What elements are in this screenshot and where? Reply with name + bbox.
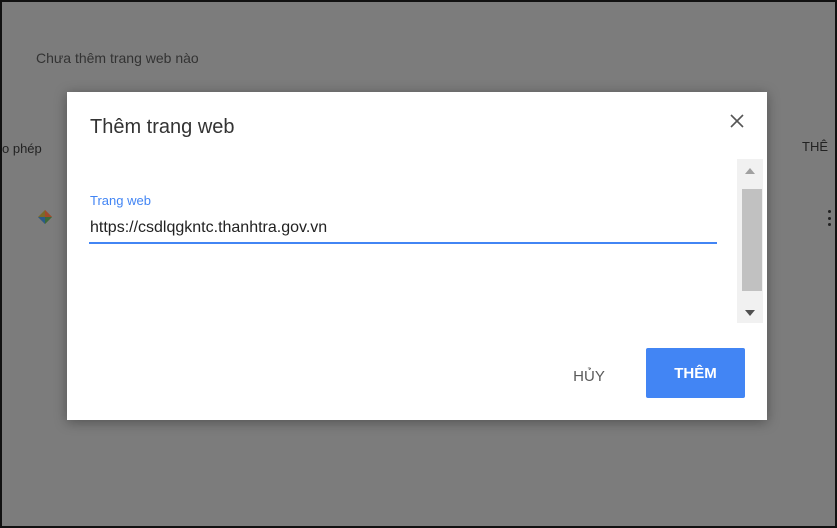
dialog-scrollbar[interactable]	[737, 159, 763, 323]
dialog-title: Thêm trang web	[90, 116, 235, 138]
cancel-button[interactable]: HỦY	[561, 358, 617, 394]
add-site-dialog: Thêm trang web Trang web HỦY THÊM	[67, 92, 767, 420]
scroll-up-icon	[745, 161, 755, 179]
section-label-allow: o phép	[2, 141, 42, 156]
scroll-down-icon	[745, 303, 755, 321]
add-button-background: THÊ	[802, 139, 828, 154]
scroll-down-button[interactable]	[737, 301, 763, 323]
scroll-up-button[interactable]	[737, 159, 763, 181]
site-favicon-icon	[38, 210, 52, 224]
close-button[interactable]	[725, 111, 749, 135]
more-vert-icon	[828, 210, 832, 226]
add-button[interactable]: THÊM	[646, 348, 745, 398]
close-icon	[730, 113, 744, 133]
empty-list-message: Chưa thêm trang web nào	[36, 50, 199, 66]
scrollbar-thumb[interactable]	[742, 189, 762, 291]
site-url-input[interactable]	[89, 214, 717, 244]
site-field-label: Trang web	[90, 193, 151, 208]
